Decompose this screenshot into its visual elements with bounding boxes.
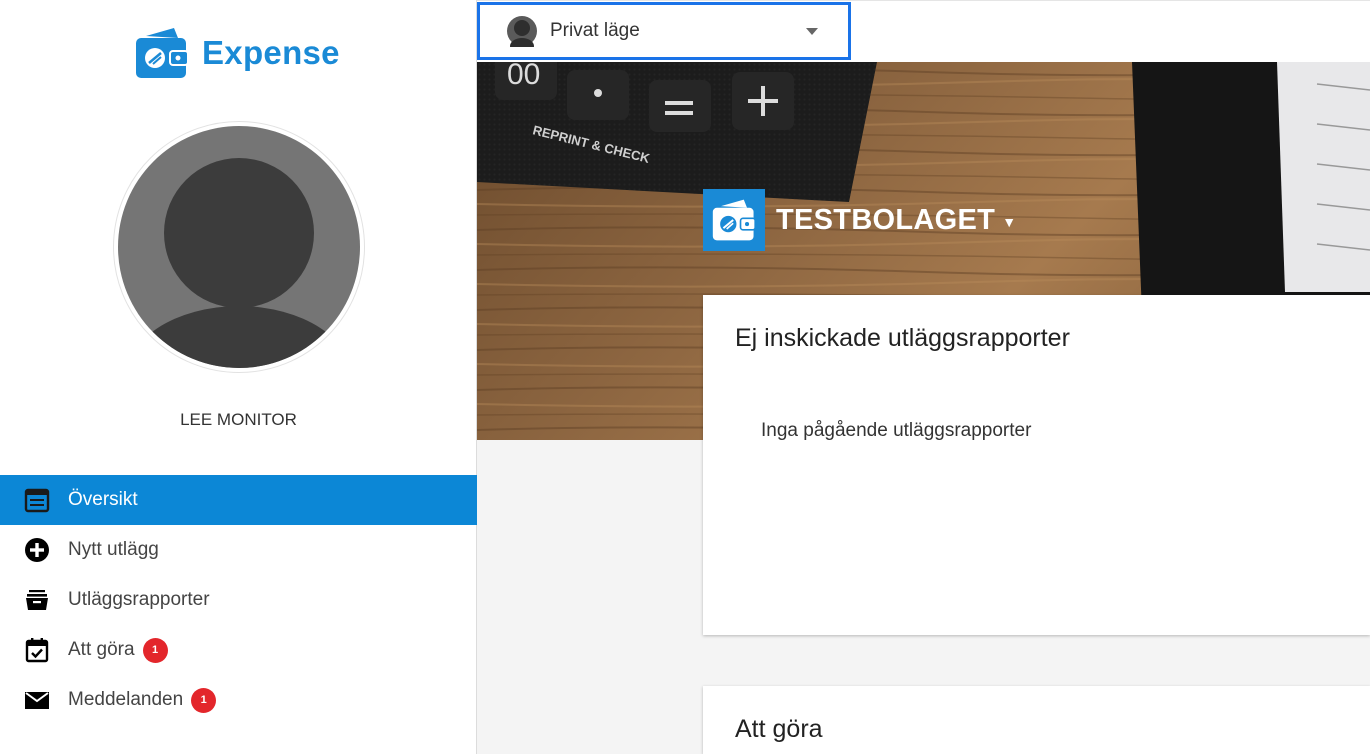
calendar-check-icon xyxy=(24,637,50,663)
company-name: TESTBOLAGET xyxy=(776,203,996,236)
sidebar-item-att-gora[interactable]: Att göra 1 xyxy=(0,625,477,675)
top-bar: Privat läge xyxy=(477,0,1370,62)
mode-select-value: Privat läge xyxy=(550,20,640,41)
caret-down-icon: ▼ xyxy=(1002,214,1017,230)
chevron-down-icon xyxy=(806,28,818,35)
avatar[interactable] xyxy=(113,121,365,373)
sidebar: Expense LEE MONITOR Översikt Nytt utlägg… xyxy=(0,0,477,754)
unsent-reports-card: Ej inskickade utläggsrapporter Inga pågå… xyxy=(703,295,1370,635)
todo-card: Att göra xyxy=(703,686,1370,754)
plus-circle-icon xyxy=(24,537,50,563)
sidebar-item-utlaggsrapporter[interactable]: Utläggsrapporter xyxy=(0,575,477,625)
sidebar-item-label: Nytt utlägg xyxy=(68,539,159,560)
company-logo xyxy=(703,189,765,251)
sidebar-item-label: Utläggsrapporter xyxy=(68,589,210,610)
app-logo[interactable]: Expense xyxy=(134,26,340,80)
calendar-list-icon xyxy=(24,487,50,513)
svg-text:00: 00 xyxy=(507,62,540,91)
user-avatar-icon xyxy=(507,16,537,47)
sidebar-nav: Översikt Nytt utlägg Utläggsrapporter At… xyxy=(0,475,477,725)
empty-state-text: Inga pågående utläggsrapporter xyxy=(761,420,1032,441)
sidebar-item-label: Meddelanden xyxy=(68,689,184,710)
card-title: Ej inskickade utläggsrapporter xyxy=(735,324,1070,352)
sidebar-item-meddelanden[interactable]: Meddelanden 1 xyxy=(0,675,477,725)
mode-select[interactable]: Privat läge xyxy=(477,2,851,60)
user-name: LEE MONITOR xyxy=(180,410,297,429)
sidebar-item-label: Att göra xyxy=(68,639,135,660)
archive-icon xyxy=(24,587,50,613)
wallet-logo-icon xyxy=(136,28,189,78)
notification-badge: 1 xyxy=(142,637,168,663)
sidebar-item-label: Översikt xyxy=(68,489,138,510)
user-placeholder-icon xyxy=(118,126,360,368)
app-logo-text: Expense xyxy=(202,34,340,71)
notification-badge: 1 xyxy=(191,687,217,713)
company-switcher[interactable]: TESTBOLAGET ▼ xyxy=(703,189,1016,251)
envelope-icon xyxy=(24,687,50,713)
card-title: Att göra xyxy=(735,715,823,743)
wallet-logo-icon xyxy=(712,199,756,241)
sidebar-item-oversikt[interactable]: Översikt xyxy=(0,475,477,525)
sidebar-item-nytt-utlagg[interactable]: Nytt utlägg xyxy=(0,525,477,575)
